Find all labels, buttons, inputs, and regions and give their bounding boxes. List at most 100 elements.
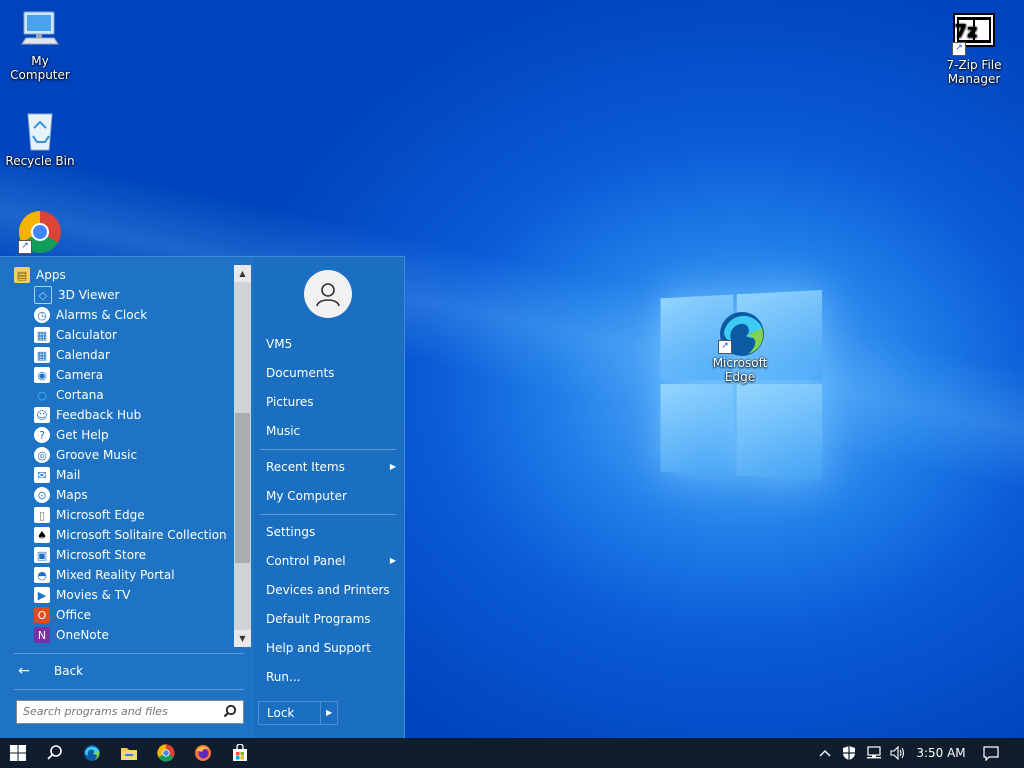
chrome-icon xyxy=(157,744,175,762)
taskbar-edge-button[interactable] xyxy=(74,738,110,768)
back-button[interactable]: ← Back xyxy=(14,661,83,681)
music-icon: ◎ xyxy=(34,447,50,463)
menu-item-pictures[interactable]: Pictures xyxy=(266,392,396,412)
menu-item-default-programs[interactable]: Default Programs xyxy=(266,609,396,629)
app-item-calendar[interactable]: ▦ Calendar xyxy=(14,345,234,365)
desktop-icon-chrome[interactable]: ↗ xyxy=(0,210,80,256)
menu-item-recent-items[interactable]: Recent Items ▶ xyxy=(266,457,396,477)
app-item-label: Groove Music xyxy=(56,448,138,462)
menu-item-control-panel[interactable]: Control Panel ▶ xyxy=(266,551,396,571)
app-list: ▤ Apps ◇ 3D Viewer ◷ Alarms & Clock ▦ Ca… xyxy=(14,265,234,647)
firefox-icon xyxy=(195,745,211,761)
onenote-icon: N xyxy=(34,627,50,643)
apps-folder[interactable]: ▤ Apps xyxy=(14,265,234,285)
start-menu-left-pane: ▤ Apps ◇ 3D Viewer ◷ Alarms & Clock ▦ Ca… xyxy=(0,257,254,739)
menu-item-run[interactable]: Run... xyxy=(266,667,396,687)
divider xyxy=(14,689,244,690)
divider xyxy=(260,449,396,450)
submenu-arrow-icon: ▶ xyxy=(389,556,396,565)
app-item-label: Mixed Reality Portal xyxy=(56,568,175,582)
start-button[interactable] xyxy=(0,738,36,768)
app-item-label: Alarms & Clock xyxy=(56,308,148,322)
search-input[interactable] xyxy=(17,701,225,721)
cube-icon: ◇ xyxy=(34,286,52,304)
menu-item-label: Recent Items xyxy=(266,460,345,474)
app-item-label: Get Help xyxy=(56,428,109,442)
search-box[interactable] xyxy=(16,700,244,724)
menu-item-my-computer[interactable]: My Computer xyxy=(266,486,396,506)
app-item-get-help[interactable]: ? Get Help xyxy=(14,425,234,445)
app-item-movies-tv[interactable]: ▶ Movies & TV xyxy=(14,585,234,605)
app-item-camera[interactable]: ◉ Camera xyxy=(14,365,234,385)
document-icon: ▯ xyxy=(34,507,50,523)
menu-item-label: Documents xyxy=(266,366,335,380)
menu-item-label: Devices and Printers xyxy=(266,583,390,597)
7zip-icon: 7z ↗ xyxy=(952,12,996,56)
recycle-bin-icon xyxy=(18,108,62,152)
app-item-solitaire[interactable]: ♠ Microsoft Solitaire Collection xyxy=(14,525,234,545)
search-icon xyxy=(47,745,62,760)
scroll-down-icon[interactable]: ▼ xyxy=(234,630,251,647)
menu-item-settings[interactable]: Settings xyxy=(266,522,396,542)
taskbar-clock[interactable]: 3:50 AM xyxy=(912,738,970,768)
taskbar: 3:50 AM xyxy=(0,738,1024,768)
app-item-groove-music[interactable]: ◎ Groove Music xyxy=(14,445,234,465)
apps-folder-label: Apps xyxy=(36,268,66,282)
taskbar-store-button[interactable] xyxy=(222,738,258,768)
edge-icon xyxy=(84,745,100,761)
taskbar-file-explorer-button[interactable] xyxy=(111,738,147,768)
menu-item-documents[interactable]: Documents xyxy=(266,363,396,383)
desktop-icon-microsoft-edge[interactable]: ↗ Microsoft Edge xyxy=(700,310,780,384)
taskbar-search-button[interactable] xyxy=(37,738,73,768)
lock-options-arrow-icon[interactable]: ▶ xyxy=(320,702,337,724)
scroll-up-icon[interactable]: ▲ xyxy=(234,265,251,282)
app-item-label: Calculator xyxy=(56,328,117,342)
clapper-icon: ▶ xyxy=(34,587,50,603)
menu-item-help-support[interactable]: Help and Support xyxy=(266,638,396,658)
cards-icon: ♠ xyxy=(34,527,50,543)
divider xyxy=(14,653,244,654)
security-shield-icon[interactable] xyxy=(840,738,858,768)
taskbar-firefox-button[interactable] xyxy=(185,738,221,768)
user-avatar-icon[interactable] xyxy=(304,270,352,318)
app-item-mail[interactable]: ✉ Mail xyxy=(14,465,234,485)
store-bag-icon xyxy=(233,744,247,761)
app-item-onenote[interactable]: N OneNote xyxy=(14,625,234,645)
volume-icon[interactable] xyxy=(888,738,908,768)
action-center-icon[interactable] xyxy=(980,738,1002,768)
desktop-icon-7zip[interactable]: 7z ↗ 7-Zip File Manager xyxy=(934,12,1014,86)
menu-item-user[interactable]: VM5 xyxy=(266,334,396,354)
app-list-scrollbar[interactable]: ▲ ▼ xyxy=(234,265,251,647)
menu-item-label: VM5 xyxy=(266,337,293,351)
calendar-icon: ▦ xyxy=(34,347,50,363)
scrollbar-thumb[interactable] xyxy=(235,413,250,563)
app-item-maps[interactable]: ⊙ Maps xyxy=(14,485,234,505)
desktop-icon-my-computer[interactable]: My Computer xyxy=(0,8,80,82)
app-item-mixed-reality[interactable]: ◓ Mixed Reality Portal xyxy=(14,565,234,585)
desktop-icon-recycle-bin[interactable]: Recycle Bin xyxy=(0,108,80,168)
app-item-feedback-hub[interactable]: ☺ Feedback Hub xyxy=(14,405,234,425)
app-item-label: OneNote xyxy=(56,628,109,642)
search-icon[interactable] xyxy=(223,704,237,718)
app-item-label: Microsoft Solitaire Collection xyxy=(56,528,227,542)
app-item-alarms-clock[interactable]: ◷ Alarms & Clock xyxy=(14,305,234,325)
app-item-microsoft-edge[interactable]: ▯ Microsoft Edge xyxy=(14,505,234,525)
app-item-office[interactable]: O Office xyxy=(14,605,234,625)
app-item-cortana[interactable]: ○ Cortana xyxy=(14,385,234,405)
windows-logo-icon xyxy=(10,745,26,761)
app-item-calculator[interactable]: ▦ Calculator xyxy=(14,325,234,345)
show-hidden-icons-chevron-icon[interactable] xyxy=(816,738,834,768)
menu-item-devices-printers[interactable]: Devices and Printers xyxy=(266,580,396,600)
edge-icon: ↗ xyxy=(718,310,764,356)
menu-item-music[interactable]: Music xyxy=(266,421,396,441)
menu-item-label: Settings xyxy=(266,525,316,539)
app-item-microsoft-store[interactable]: ▣ Microsoft Store xyxy=(14,545,234,565)
network-icon[interactable] xyxy=(864,738,884,768)
app-item-3d-viewer[interactable]: ◇ 3D Viewer xyxy=(14,285,234,305)
taskbar-chrome-button[interactable] xyxy=(148,738,184,768)
back-label: Back xyxy=(54,664,84,678)
clock-time: 3:50 AM xyxy=(916,746,966,760)
calculator-icon: ▦ xyxy=(34,327,50,343)
shortcut-arrow-icon: ↗ xyxy=(18,240,32,254)
lock-button[interactable]: Lock ▶ xyxy=(258,701,338,725)
